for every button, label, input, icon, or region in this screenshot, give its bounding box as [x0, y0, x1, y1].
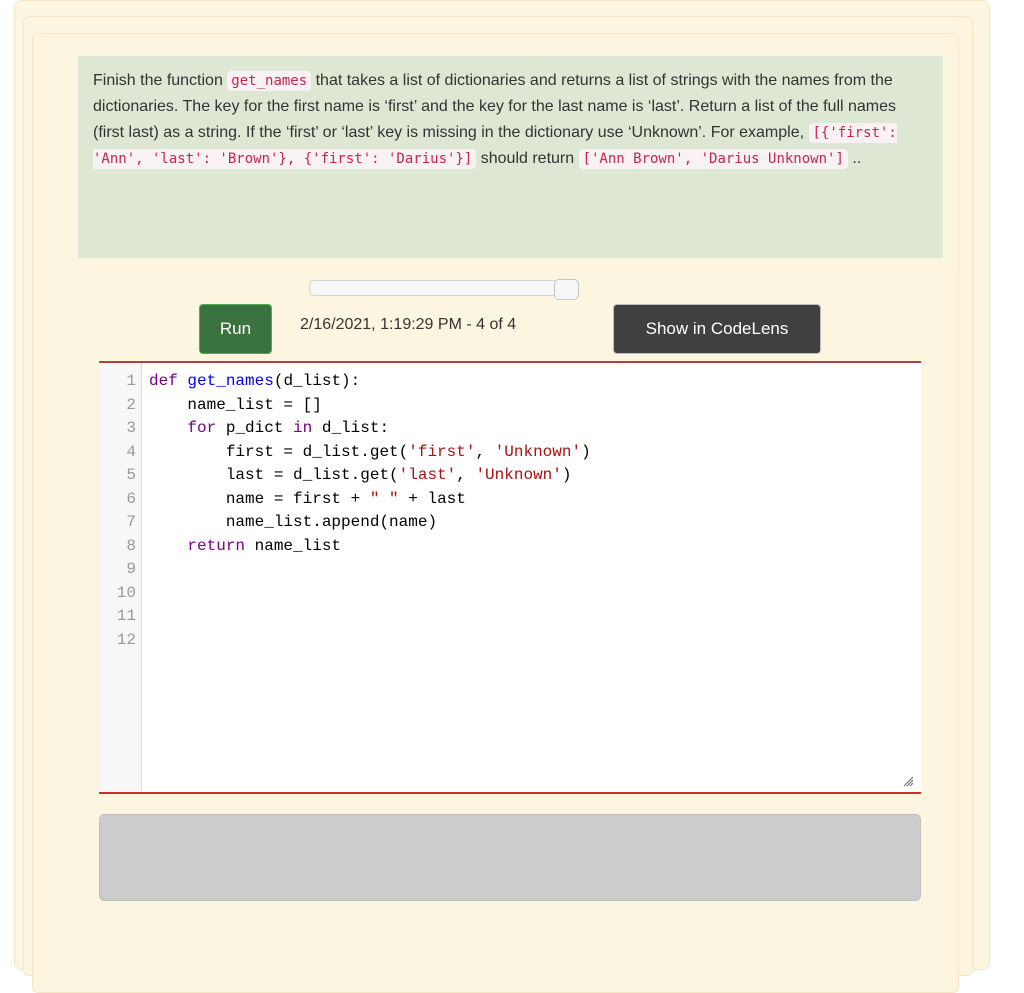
inline-code: get_names	[227, 71, 312, 91]
slider-handle[interactable]	[554, 279, 579, 300]
code-token: name_list	[245, 536, 342, 555]
line-number: 7	[126, 513, 136, 531]
code-token: in	[293, 419, 313, 437]
line-number: 8	[126, 536, 136, 555]
line-number: 3	[126, 419, 136, 437]
line-number: 5	[126, 466, 136, 484]
code-token: " "	[369, 489, 399, 508]
code-line[interactable]: 3 for p_dict in d_list:	[99, 417, 921, 441]
code-token: ,	[475, 442, 495, 461]
slider-track[interactable]	[309, 280, 575, 296]
code-text[interactable]: last = d_list.get('last', 'Unknown')	[149, 464, 572, 488]
code-text[interactable]: for p_dict in d_list:	[149, 417, 389, 441]
code-token: 'Unknown'	[494, 442, 582, 461]
code-token: name = first +	[149, 489, 370, 508]
line-number: 1	[126, 372, 136, 390]
code-token: ,	[456, 466, 476, 484]
code-text[interactable]: name = first + " " + last	[149, 488, 466, 512]
code-token: get_names	[187, 372, 274, 390]
code-text[interactable]: name_list.append(name)	[149, 511, 437, 535]
code-line[interactable]: 2 name_list = []	[99, 394, 921, 418]
code-line[interactable]: 10	[99, 582, 921, 606]
code-token: (d_list):	[273, 372, 361, 390]
code-text[interactable]: name_list = []	[149, 394, 322, 418]
code-token: last = d_list.get(	[149, 466, 399, 484]
code-token: name_list.append(name)	[149, 513, 438, 531]
code-token: + last	[398, 489, 466, 508]
prompt-text: Finish the function	[93, 72, 228, 89]
code-line[interactable]: 12	[99, 629, 921, 653]
code-token: )	[581, 442, 591, 461]
show-in-codelens-button[interactable]: Show in CodeLens	[613, 304, 821, 354]
line-number: 2	[126, 395, 136, 414]
prompt-text: ..	[847, 150, 862, 167]
line-number: 10	[116, 583, 136, 602]
code-token: 'last'	[398, 466, 457, 484]
code-line[interactable]: 4 first = d_list.get('first', 'Unknown')	[99, 441, 921, 465]
code-text[interactable]: def get_names(d_list):	[149, 370, 360, 394]
code-token: p_dict	[216, 419, 294, 437]
code-editor[interactable]: 1 def get_names(d_list): 2 name_list = [] 3…	[99, 361, 921, 794]
code-token: def	[149, 372, 178, 390]
code-token: name_list = []	[149, 395, 322, 414]
code-token: d_list:	[312, 419, 390, 437]
problem-description: Finish the function get_names that takes…	[78, 56, 943, 258]
history-timestamp: 2/16/2021, 1:19:29 PM - 4 of 4	[300, 316, 517, 333]
line-number: 4	[126, 442, 136, 461]
code-text[interactable]: return name_list	[149, 535, 341, 559]
line-number: 11	[116, 607, 136, 625]
code-line[interactable]: 6 name = first + " " + last	[99, 488, 921, 512]
code-line[interactable]: 9	[99, 558, 921, 582]
code-lines[interactable]: 1 def get_names(d_list): 2 name_list = [] 3…	[99, 370, 921, 652]
code-token: 'Unknown'	[475, 466, 562, 484]
output-area	[99, 814, 921, 901]
code-token: first = d_list.get(	[149, 442, 409, 461]
inline-code: ['Ann Brown', 'Darius Unknown']	[578, 149, 848, 169]
history-slider[interactable]	[309, 279, 579, 300]
line-number: 9	[126, 560, 136, 578]
code-text[interactable]: first = d_list.get('first', 'Unknown')	[149, 441, 591, 465]
code-token: )	[561, 466, 572, 484]
run-button[interactable]: Run	[199, 304, 272, 354]
code-line[interactable]: 1 def get_names(d_list):	[99, 370, 921, 394]
code-line[interactable]: 7 name_list.append(name)	[99, 511, 921, 535]
code-token: 'first'	[408, 442, 476, 461]
resize-handle-icon[interactable]	[903, 776, 913, 786]
code-token: for	[187, 419, 217, 437]
line-number: 12	[116, 630, 136, 649]
code-token: return	[187, 536, 246, 555]
prompt-text: should return	[476, 150, 579, 167]
code-line[interactable]: 5 last = d_list.get('last', 'Unknown')	[99, 464, 921, 488]
code-line[interactable]: 8 return name_list	[99, 535, 921, 559]
code-line[interactable]: 11	[99, 605, 921, 629]
line-number: 6	[126, 489, 136, 508]
